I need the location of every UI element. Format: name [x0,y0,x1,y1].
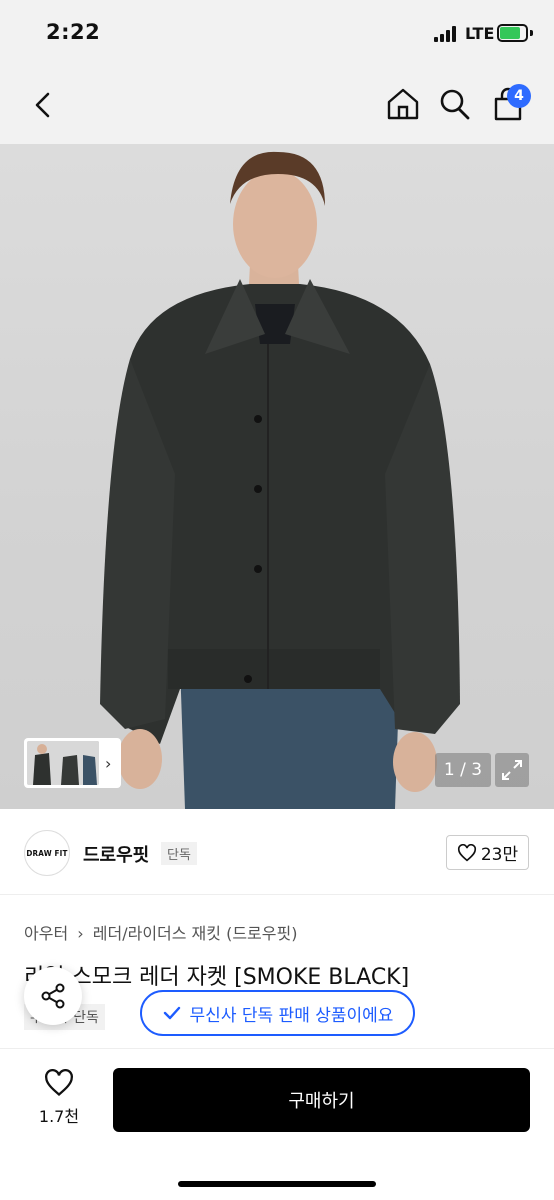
product-title: 리얼 스모크 레더 자켓 [SMOKE BLACK] [24,965,410,990]
back-button[interactable] [28,88,58,122]
status-time: 2:22 [46,20,101,44]
buy-button[interactable]: 구매하기 [113,1068,530,1132]
nav-bar: 4 [0,66,554,144]
share-button[interactable] [24,967,82,1025]
breadcrumb: 아우터 › 레더/라이더스 재킷 (드로우핏) [24,920,297,944]
expand-icon[interactable] [495,753,529,787]
brand-logo[interactable]: DRAW FIT [24,830,70,876]
cart-count-badge: 4 [507,84,531,108]
chevron-right-icon: › [77,924,84,943]
battery-icon [497,24,528,42]
brand-name[interactable]: 드로우핏 [83,841,149,867]
image-pager: 1 / 3 [435,753,491,787]
check-icon [163,1006,180,1020]
product-photo [100,151,460,809]
brand-like-count: 23만 [480,845,519,865]
signal-icon [434,26,460,42]
brand-row: DRAW FIT 드로우핏 단독 23만 [0,810,554,895]
product-image[interactable]: › 1 / 3 [0,144,554,809]
product-like-count: 1.7천 [38,1107,80,1126]
exclusive-notice-pill[interactable]: 무신사 단독 판매 상품이에요 [140,990,415,1036]
thumbnail-strip[interactable]: › [24,738,121,788]
home-icon[interactable] [385,85,421,123]
search-icon[interactable] [437,85,473,123]
brand-exclusive-tag: 단독 [161,842,197,865]
bottom-action-bar: 1.7천 구매하기 [0,1048,554,1200]
breadcrumb-sub-category[interactable]: 레더/라이더스 재킷 (드로우핏) [93,924,298,943]
heart-icon [457,843,476,861]
status-bar: 2:22 LTE [0,0,554,66]
share-icon [41,983,65,1009]
brand-like-button[interactable]: 23만 [446,835,529,870]
thumbnail-image [27,741,99,785]
breadcrumb-category[interactable]: 아우터 [24,924,68,943]
product-like-button[interactable]: 1.7천 [30,1069,88,1127]
home-indicator [178,1181,376,1187]
network-label: LTE [465,24,495,43]
exclusive-notice-text: 무신사 단독 판매 상품이에요 [189,1005,394,1026]
heart-icon [45,1069,73,1096]
chevron-right-icon: › [105,753,112,773]
